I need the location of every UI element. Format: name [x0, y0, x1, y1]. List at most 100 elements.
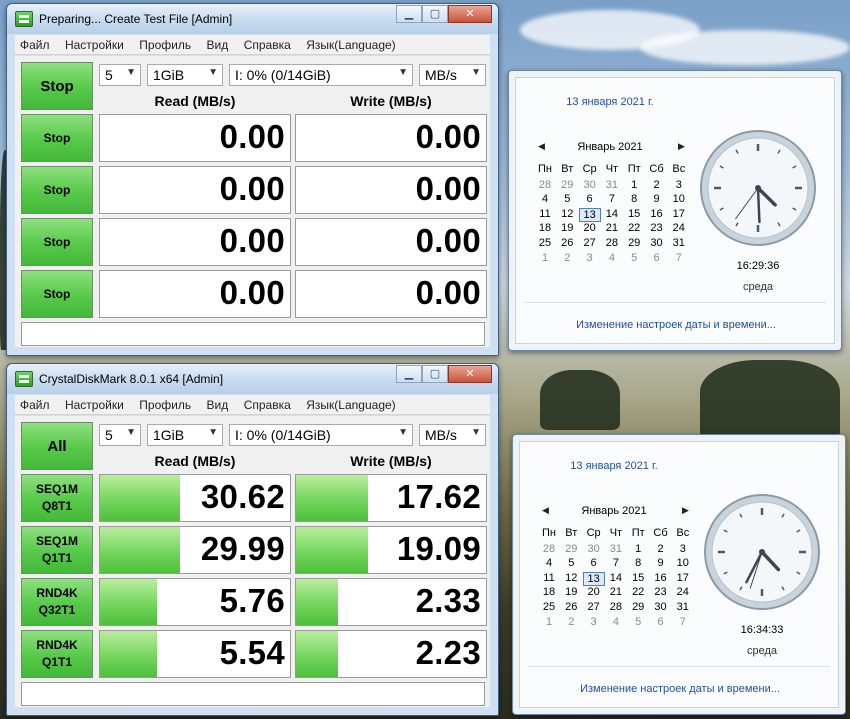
- month-title[interactable]: Январь 2021: [550, 505, 678, 517]
- calendar-day[interactable]: 18: [538, 586, 560, 598]
- calendar-day[interactable]: 15: [627, 572, 649, 584]
- test-row-button[interactable]: Stop: [21, 114, 93, 162]
- test-row-button[interactable]: RND4K Q1T1: [21, 630, 93, 678]
- calendar-day[interactable]: 30: [650, 601, 672, 613]
- calendar-day[interactable]: 28: [538, 543, 560, 555]
- calendar-day[interactable]: 30: [646, 237, 668, 249]
- calendar-day[interactable]: 11: [534, 208, 556, 220]
- close-icon[interactable]: ✕: [448, 5, 492, 23]
- calendar-day[interactable]: 4: [601, 252, 623, 264]
- unit-select[interactable]: MB/s ▼: [419, 424, 486, 446]
- calendar-day[interactable]: 27: [583, 601, 605, 613]
- chevron-left-icon[interactable]: ◀: [538, 141, 545, 152]
- calendar-day[interactable]: 10: [672, 557, 694, 569]
- unit-select[interactable]: MB/s ▼: [419, 64, 486, 86]
- calendar-day[interactable]: 20: [583, 586, 605, 598]
- menu-settings[interactable]: Настройки: [60, 395, 130, 412]
- calendar-day[interactable]: 14: [601, 208, 623, 220]
- menu-profile[interactable]: Профиль: [134, 395, 197, 412]
- calendar-day[interactable]: 28: [605, 601, 627, 613]
- calendar-day[interactable]: 14: [605, 572, 627, 584]
- menu-help[interactable]: Справка: [239, 35, 297, 52]
- calendar-day[interactable]: 2: [650, 543, 672, 555]
- calendar-day[interactable]: 21: [605, 586, 627, 598]
- calendar-day[interactable]: 7: [605, 557, 627, 569]
- minimize-icon[interactable]: ▁: [396, 365, 422, 383]
- calendar-day[interactable]: 20: [579, 222, 601, 234]
- change-date-time-settings-link[interactable]: Изменение настроек даты и времени...: [520, 683, 840, 695]
- test-row-button[interactable]: SEQ1M Q1T1: [21, 526, 93, 574]
- chevron-right-icon[interactable]: ▶: [682, 505, 689, 516]
- menu-profile[interactable]: Профиль: [134, 35, 197, 52]
- run-all-button[interactable]: All: [21, 422, 93, 470]
- calendar-day[interactable]: 5: [627, 616, 649, 628]
- titlebar[interactable]: CrystalDiskMark 8.0.1 x64 [Admin] ▁ ▢ ✕: [7, 364, 498, 394]
- calendar-day[interactable]: 26: [560, 601, 582, 613]
- titlebar[interactable]: Preparing... Create Test File [Admin] ▁ …: [7, 4, 498, 34]
- calendar-day[interactable]: 1: [623, 179, 645, 191]
- calendar-day[interactable]: 29: [623, 237, 645, 249]
- calendar-day[interactable]: 16: [646, 208, 668, 220]
- test-row-button[interactable]: Stop: [21, 218, 93, 266]
- long-date-header[interactable]: 13 января 2021 г.: [520, 460, 708, 472]
- calendar-day[interactable]: 22: [627, 586, 649, 598]
- test-count-select[interactable]: 5 ▼: [99, 64, 141, 86]
- calendar-day[interactable]: 28: [601, 237, 623, 249]
- calendar-day[interactable]: 31: [672, 601, 694, 613]
- calendar-day[interactable]: 25: [534, 237, 556, 249]
- calendar-day[interactable]: 19: [556, 222, 578, 234]
- calendar-day[interactable]: 1: [534, 252, 556, 264]
- calendar-day[interactable]: 12: [556, 208, 578, 220]
- calendar-day[interactable]: 23: [646, 222, 668, 234]
- calendar-day[interactable]: 7: [668, 252, 690, 264]
- calendar-day[interactable]: 5: [560, 557, 582, 569]
- test-row-button[interactable]: Stop: [21, 166, 93, 214]
- calendar-day[interactable]: 6: [579, 193, 601, 205]
- change-date-time-settings-link[interactable]: Изменение настроек даты и времени...: [516, 319, 836, 331]
- calendar-day[interactable]: 2: [556, 252, 578, 264]
- maximize-icon[interactable]: ▢: [422, 5, 448, 23]
- menu-file[interactable]: Файл: [15, 35, 56, 52]
- calendar-day-today[interactable]: 13: [578, 207, 601, 222]
- calendar-day[interactable]: 15: [623, 208, 645, 220]
- drive-select[interactable]: I: 0% (0/14GiB) ▼: [229, 424, 413, 446]
- calendar-day[interactable]: 4: [538, 557, 560, 569]
- test-row-button[interactable]: RND4K Q32T1: [21, 578, 93, 626]
- calendar-day[interactable]: 6: [646, 252, 668, 264]
- test-row-button[interactable]: SEQ1M Q8T1: [21, 474, 93, 522]
- calendar-day[interactable]: 6: [583, 557, 605, 569]
- calendar-day[interactable]: 5: [623, 252, 645, 264]
- calendar-day[interactable]: 1: [538, 616, 560, 628]
- calendar-day[interactable]: 5: [556, 193, 578, 205]
- calendar-day[interactable]: 21: [601, 222, 623, 234]
- test-size-select[interactable]: 1GiB ▼: [147, 424, 223, 446]
- calendar-day[interactable]: 28: [534, 179, 556, 191]
- calendar-day[interactable]: 3: [579, 252, 601, 264]
- calendar-day[interactable]: 24: [668, 222, 690, 234]
- calendar-day[interactable]: 8: [623, 193, 645, 205]
- stop-all-button[interactable]: Stop: [21, 62, 93, 110]
- calendar-day[interactable]: 2: [560, 616, 582, 628]
- chevron-left-icon[interactable]: ◀: [542, 505, 549, 516]
- calendar-day[interactable]: 30: [579, 179, 601, 191]
- calendar-day[interactable]: 29: [627, 601, 649, 613]
- calendar-day[interactable]: 16: [650, 572, 672, 584]
- month-title[interactable]: Январь 2021: [546, 141, 674, 153]
- menu-help[interactable]: Справка: [239, 395, 297, 412]
- close-icon[interactable]: ✕: [448, 365, 492, 383]
- calendar-day[interactable]: 3: [668, 179, 690, 191]
- test-count-select[interactable]: 5 ▼: [99, 424, 141, 446]
- calendar-day[interactable]: 2: [646, 179, 668, 191]
- calendar-day[interactable]: 22: [623, 222, 645, 234]
- calendar-day[interactable]: 17: [672, 572, 694, 584]
- calendar-day[interactable]: 1: [627, 543, 649, 555]
- calendar-day[interactable]: 19: [560, 586, 582, 598]
- calendar-day[interactable]: 4: [605, 616, 627, 628]
- calendar-day[interactable]: 29: [560, 543, 582, 555]
- calendar-day[interactable]: 3: [583, 616, 605, 628]
- drive-select[interactable]: I: 0% (0/14GiB) ▼: [229, 64, 413, 86]
- chevron-right-icon[interactable]: ▶: [678, 141, 685, 152]
- menu-file[interactable]: Файл: [15, 395, 56, 412]
- maximize-icon[interactable]: ▢: [422, 365, 448, 383]
- calendar-day[interactable]: 17: [668, 208, 690, 220]
